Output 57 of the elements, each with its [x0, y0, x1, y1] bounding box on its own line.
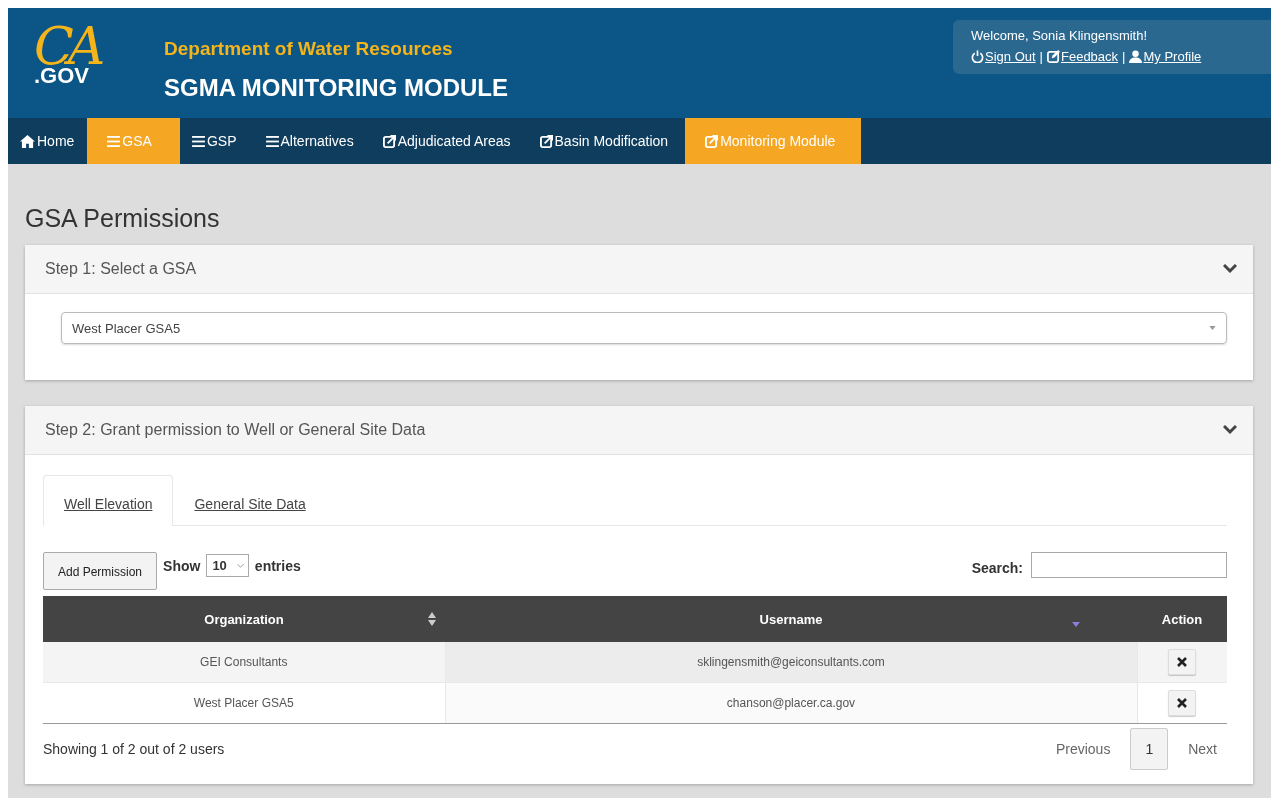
sort-descending-icon[interactable]	[1072, 621, 1080, 627]
close-icon	[1177, 698, 1188, 708]
module-title: SGMA MONITORING MODULE	[164, 74, 508, 102]
nav-item[interactable]: GSP	[179, 118, 254, 164]
add-permission-button[interactable]: Add Permission	[43, 552, 158, 590]
external-link-icon	[705, 134, 719, 148]
tab[interactable]: General Site Data	[173, 475, 327, 526]
column-header[interactable]: Username	[759, 611, 823, 627]
welcome-text: Welcome, Sonia Klingensmith!	[971, 28, 1149, 43]
entries-label: entries	[254, 557, 301, 574]
chevron-down-icon[interactable]	[1223, 264, 1237, 274]
department-name: Department of Water Resources	[164, 38, 454, 60]
menu-icon	[265, 135, 279, 147]
user-icon	[1129, 50, 1143, 63]
header-link[interactable]: My Profile	[1129, 49, 1202, 64]
caret-icon	[1209, 326, 1216, 330]
menu-icon	[107, 135, 121, 147]
tab[interactable]: Well Elevation	[43, 475, 174, 526]
page-button[interactable]: 1	[1130, 728, 1169, 770]
table-info: Showing 1 of 2 out of 2 users	[43, 741, 225, 757]
table-cell: chanson@placer.ca.gov	[726, 696, 856, 710]
show-label: Show	[163, 557, 201, 574]
nav-item[interactable]: Alternatives	[253, 118, 371, 164]
external-link-icon	[539, 134, 553, 148]
menu-icon	[191, 135, 205, 147]
column-header[interactable]: Action	[1161, 611, 1203, 627]
search-label: Search:	[971, 559, 1023, 576]
table-cell: sklingensmith@geiconsultants.com	[697, 655, 885, 669]
chevron-down-icon[interactable]	[1223, 425, 1237, 435]
edit-icon	[1047, 50, 1060, 63]
column-header[interactable]: Organization	[204, 611, 284, 627]
delete-button[interactable]	[1168, 649, 1197, 675]
separator: |	[1039, 49, 1043, 64]
next-link[interactable]: Next	[1168, 741, 1227, 757]
power-icon	[971, 50, 984, 63]
home-icon	[20, 134, 35, 148]
close-icon	[1177, 657, 1188, 667]
nav-item[interactable]: Adjudicated Areas	[370, 118, 528, 164]
table-cell: GEI Consultants	[200, 655, 288, 669]
search-field[interactable]	[1031, 552, 1227, 578]
gsa-select[interactable]: West Placer GSA5	[61, 312, 1227, 344]
header-link[interactable]: Sign Out	[971, 49, 1036, 64]
panel-title: Step 2: Grant permission to Well or General Site Data	[45, 421, 426, 439]
table-cell: West Placer GSA5	[193, 696, 294, 710]
caret-icon	[236, 563, 244, 568]
nav-item[interactable]: Home	[8, 118, 88, 164]
sort-icon[interactable]	[428, 612, 436, 626]
nav-item[interactable]: Basin Modification	[527, 118, 686, 164]
previous-link[interactable]: Previous	[1035, 741, 1131, 757]
page-title: GSA Permissions	[25, 204, 221, 233]
page-size-select[interactable]: 10	[206, 554, 249, 577]
logo: CA .GOV	[33, 15, 101, 88]
external-link-icon	[382, 134, 396, 148]
panel-title: Step 1: Select a GSA	[45, 260, 197, 278]
delete-button[interactable]	[1168, 690, 1197, 716]
header-link[interactable]: Feedback	[1047, 49, 1119, 64]
separator: |	[1122, 49, 1126, 64]
